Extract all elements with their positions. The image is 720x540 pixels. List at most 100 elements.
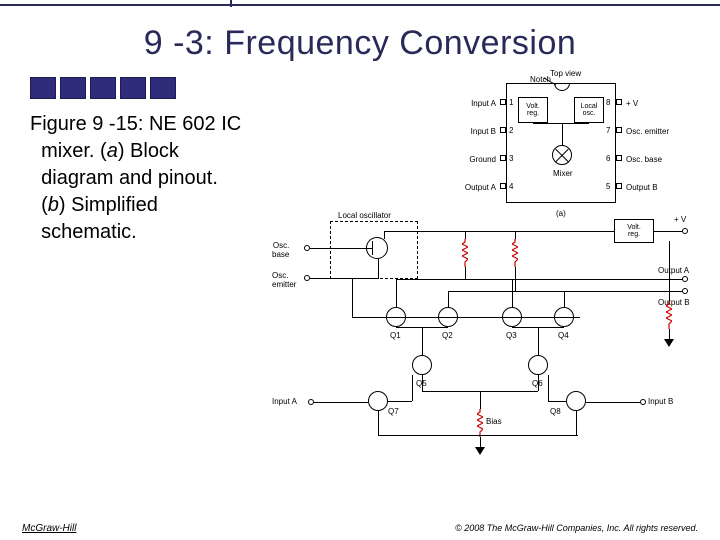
wire — [562, 123, 563, 145]
wire — [422, 327, 423, 355]
caption-text: ( — [41, 194, 48, 216]
wire — [533, 123, 589, 124]
wire — [396, 279, 397, 307]
wire — [548, 401, 566, 402]
label-output-a: Output A — [658, 266, 689, 275]
wire — [465, 279, 683, 280]
resistor-icon — [462, 239, 468, 267]
figure-caption: Figure 9 -15: NE 602 IC mixer. (a) Block… — [30, 111, 270, 461]
footer-right: © 2008 The McGraw-Hill Companies, Inc. A… — [455, 523, 698, 534]
pin-num: 1 — [509, 98, 513, 107]
square-icon — [60, 77, 86, 99]
pin-label: Output B — [626, 183, 658, 192]
slide-title: 9 -3: Frequency Conversion — [0, 6, 720, 71]
mixer-icon — [552, 145, 572, 165]
resistor-icon — [512, 239, 518, 267]
label-q: Q7 — [388, 407, 399, 416]
figure-area: Top view Notch Volt. reg. Local osc. Mix… — [270, 111, 696, 461]
pin-label: Output A — [465, 183, 496, 192]
wire — [396, 327, 448, 328]
top-divider — [0, 0, 720, 6]
caption-em: a — [107, 140, 118, 162]
ground-icon — [475, 447, 485, 455]
label-input-b: Input B — [648, 397, 673, 406]
figure-a: Top view Notch Volt. reg. Local osc. Mix… — [434, 75, 674, 225]
wire — [352, 317, 580, 318]
volt-reg-box: Volt. reg. — [614, 219, 654, 243]
wire — [512, 327, 564, 328]
wire — [669, 329, 670, 339]
pin-num: 8 — [606, 98, 610, 107]
terminal-icon — [682, 276, 688, 282]
slide-body: Figure 9 -15: NE 602 IC mixer. (a) Block… — [0, 111, 720, 461]
pin-num: 4 — [509, 182, 513, 191]
slide: 9 -3: Frequency Conversion Figure 9 -15:… — [0, 0, 720, 540]
label-q: Q4 — [558, 331, 569, 340]
wire — [310, 248, 366, 249]
figure-b: Local oscillator Osc. base Osc. emitter … — [266, 221, 696, 471]
label-local-osc: Local oscillator — [338, 211, 391, 220]
pin-num: 3 — [509, 154, 513, 163]
wire — [548, 375, 549, 401]
sub-label-a: (a) — [556, 209, 566, 218]
pin — [500, 99, 506, 105]
caption-em: b — [48, 194, 59, 216]
label-mixer: Mixer — [553, 169, 573, 178]
wire — [465, 267, 466, 279]
label-vplus: + V — [674, 215, 686, 224]
caption-text: schematic. — [41, 221, 137, 243]
wire — [669, 241, 670, 301]
wire — [538, 375, 539, 391]
pin — [616, 183, 622, 189]
wire — [515, 291, 683, 292]
terminal-icon — [682, 288, 688, 294]
wire — [512, 279, 513, 307]
pin-label: Input B — [471, 127, 496, 136]
pin — [500, 155, 506, 161]
volt-reg-box: Volt. reg. — [518, 97, 548, 123]
label-output-b: Output B — [658, 298, 690, 307]
wire — [378, 435, 578, 436]
wire — [384, 231, 385, 239]
label-bias: Bias — [486, 417, 502, 426]
transistor-icon — [528, 355, 548, 375]
wire — [480, 437, 481, 447]
wire — [352, 278, 353, 318]
wire — [412, 375, 413, 401]
caption-text: ) Simplified — [59, 194, 158, 216]
caption-text: ) Block — [118, 140, 179, 162]
wire — [372, 241, 373, 255]
label-osc-base: Osc. base — [272, 241, 289, 259]
wire — [480, 391, 481, 409]
wire — [538, 327, 539, 355]
resistor-icon — [477, 409, 483, 437]
terminal-icon — [682, 228, 688, 234]
wire — [388, 401, 412, 402]
pin-num: 2 — [509, 126, 513, 135]
pin-num: 6 — [606, 154, 610, 163]
wire — [448, 291, 516, 292]
wire — [448, 291, 449, 307]
wire — [310, 278, 378, 279]
wire — [378, 259, 379, 279]
label-q: Q3 — [506, 331, 517, 340]
pin — [616, 127, 622, 133]
transistor-icon — [566, 391, 586, 411]
pin-label: Ground — [469, 155, 496, 164]
local-osc-box: Local osc. — [574, 97, 604, 123]
pin-label: + V — [626, 99, 638, 108]
wire — [314, 402, 368, 403]
pin — [616, 99, 622, 105]
label-q: Q1 — [390, 331, 401, 340]
label-osc-emitter: Osc. emitter — [272, 271, 296, 289]
transistor-icon — [412, 355, 432, 375]
wire — [654, 231, 682, 232]
transistor-icon — [368, 391, 388, 411]
label-top-view: Top view — [550, 69, 581, 78]
footer: McGraw-Hill © 2008 The McGraw-Hill Compa… — [0, 523, 720, 534]
wire — [515, 231, 516, 239]
pin — [500, 183, 506, 189]
square-icon — [30, 77, 56, 99]
pin — [616, 155, 622, 161]
pin-num: 7 — [606, 126, 610, 135]
